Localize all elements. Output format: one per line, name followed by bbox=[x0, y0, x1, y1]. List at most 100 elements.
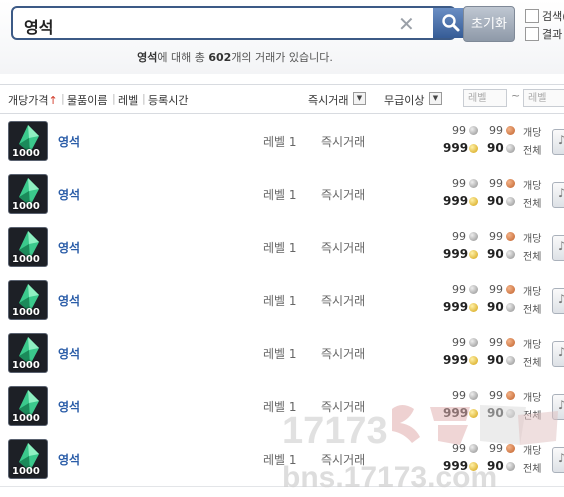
item-name-link[interactable]: 영석 bbox=[58, 398, 80, 415]
buy-button[interactable]: ♪ bbox=[552, 447, 564, 473]
spirit-stone-icon[interactable]: 1000 bbox=[8, 280, 48, 320]
table-row[interactable]: 1000 영석 레벨 1 즉시거래 99 99 개당 999 90 전체 ♪ bbox=[0, 221, 564, 275]
total-price-silver: 90 bbox=[487, 247, 504, 261]
sort-name[interactable]: 물품이름 bbox=[67, 92, 107, 108]
summary-prefix: 에 대해 총 bbox=[157, 51, 209, 64]
level-max-input[interactable]: 레벨 bbox=[523, 89, 564, 107]
unit-price-copper: 99 bbox=[489, 177, 503, 190]
unit-price-label: 개당 bbox=[523, 128, 542, 139]
sort-up-arrow-icon: ↑ bbox=[48, 94, 58, 107]
item-name-link[interactable]: 영석 bbox=[58, 239, 80, 256]
table-row[interactable]: 1000 영석 레벨 1 즉시거래 99 99 개당 999 90 전체 ♪ bbox=[0, 433, 564, 487]
total-price-gold: 999 bbox=[443, 141, 469, 155]
silver-coin-icon bbox=[469, 391, 478, 400]
total-price-label: 전체 bbox=[523, 411, 542, 422]
search-option-checkbox[interactable] bbox=[525, 9, 539, 23]
gold-coin-icon bbox=[469, 250, 478, 259]
unit-price-silver: 99 bbox=[452, 230, 466, 243]
close-icon[interactable]: ✕ bbox=[398, 12, 415, 36]
unit-price-copper: 99 bbox=[489, 389, 503, 402]
total-price-gold: 999 bbox=[443, 194, 469, 208]
silver-coin-icon bbox=[469, 285, 478, 294]
total-price-label: 전체 bbox=[523, 358, 542, 369]
spirit-stone-icon[interactable]: 1000 bbox=[8, 227, 48, 267]
level-min-input[interactable]: 레벨 bbox=[463, 89, 507, 107]
unit-price-silver: 99 bbox=[452, 336, 466, 349]
silver-coin-icon bbox=[506, 462, 515, 471]
unit-price-copper: 99 bbox=[489, 124, 503, 137]
copper-coin-icon bbox=[506, 444, 515, 453]
grade-select[interactable]: 무급이상 bbox=[384, 92, 424, 108]
copper-coin-icon bbox=[506, 391, 515, 400]
unit-price-copper: 99 bbox=[489, 336, 503, 349]
buy-button[interactable]: ♪ bbox=[552, 129, 564, 155]
chevron-down-icon[interactable]: ▼ bbox=[353, 92, 366, 105]
buy-button[interactable]: ♪ bbox=[552, 341, 564, 367]
total-price-silver: 90 bbox=[487, 406, 504, 420]
table-row[interactable]: 1000 영석 레벨 1 즉시거래 99 99 개당 999 90 전체 ♪ bbox=[0, 115, 564, 169]
copper-coin-icon bbox=[506, 126, 515, 135]
total-price-gold: 999 bbox=[443, 300, 469, 314]
summary-term: 영석 bbox=[137, 51, 158, 64]
trade-type: 즉시거래 bbox=[321, 294, 366, 308]
item-name-link[interactable]: 영석 bbox=[58, 451, 80, 468]
unit-price-silver: 99 bbox=[452, 177, 466, 190]
trade-type: 즉시거래 bbox=[321, 241, 366, 255]
summary-suffix: 개의 거래가 있습니다. bbox=[231, 51, 333, 64]
buy-icon: ♪ bbox=[558, 451, 564, 465]
item-quantity: 1000 bbox=[12, 466, 40, 477]
sort-price[interactable]: 개당가격↑ bbox=[8, 92, 58, 108]
item-quantity: 1000 bbox=[12, 201, 40, 212]
buy-button[interactable]: ♪ bbox=[552, 182, 564, 208]
item-quantity: 1000 bbox=[12, 307, 40, 318]
unit-price-copper: 99 bbox=[489, 442, 503, 455]
unit-price-label: 개당 bbox=[523, 340, 542, 351]
total-price-silver: 90 bbox=[487, 300, 504, 314]
table-row[interactable]: 1000 영석 레벨 1 즉시거래 99 99 개당 999 90 전체 ♪ bbox=[0, 168, 564, 222]
spirit-stone-icon[interactable]: 1000 bbox=[8, 174, 48, 214]
silver-coin-icon bbox=[469, 232, 478, 241]
spirit-stone-icon[interactable]: 1000 bbox=[8, 439, 48, 479]
silver-coin-icon bbox=[469, 179, 478, 188]
search-input[interactable]: 영석 ✕ bbox=[11, 6, 468, 40]
table-row[interactable]: 1000 영석 레벨 1 즉시거래 99 99 개당 999 90 전체 ♪ bbox=[0, 380, 564, 434]
table-row[interactable]: 1000 영석 레벨 1 즉시거래 99 99 개당 999 90 전체 ♪ bbox=[0, 274, 564, 328]
gold-coin-icon bbox=[469, 462, 478, 471]
silver-coin-icon bbox=[506, 250, 515, 259]
chevron-down-icon[interactable]: ▼ bbox=[429, 92, 442, 105]
silver-coin-icon bbox=[506, 356, 515, 365]
result-option-checkbox[interactable] bbox=[525, 27, 539, 41]
total-price-label: 전체 bbox=[523, 464, 542, 475]
silver-coin-icon bbox=[506, 144, 515, 153]
item-quantity: 1000 bbox=[12, 360, 40, 371]
unit-price-label: 개당 bbox=[523, 181, 542, 192]
sort-time[interactable]: 등록시간 bbox=[148, 92, 188, 108]
item-level: 레벨 1 bbox=[263, 453, 297, 467]
sort-level[interactable]: 레벨 bbox=[118, 92, 138, 108]
spirit-stone-icon[interactable]: 1000 bbox=[8, 121, 48, 161]
spirit-stone-icon[interactable]: 1000 bbox=[8, 386, 48, 426]
unit-price-label: 개당 bbox=[523, 234, 542, 245]
table-row[interactable]: 1000 영석 레벨 1 즉시거래 99 99 개당 999 90 전체 ♪ bbox=[0, 327, 564, 381]
gold-coin-icon bbox=[469, 409, 478, 418]
item-name-link[interactable]: 영석 bbox=[58, 345, 80, 362]
buy-button[interactable]: ♪ bbox=[552, 288, 564, 314]
spirit-stone-icon[interactable]: 1000 bbox=[8, 333, 48, 373]
unit-price-label: 개당 bbox=[523, 393, 542, 404]
trade-type-select[interactable]: 즉시거래 bbox=[308, 92, 348, 108]
buy-button[interactable]: ♪ bbox=[552, 394, 564, 420]
copper-coin-icon bbox=[506, 232, 515, 241]
item-name-link[interactable]: 영석 bbox=[58, 133, 80, 150]
reset-button[interactable]: 초기화 bbox=[463, 6, 515, 42]
item-level: 레벨 1 bbox=[263, 347, 297, 361]
trade-type: 즉시거래 bbox=[321, 453, 366, 467]
filter-bar: 개당가격↑ | 물품이름 | 레벨 | 등록시간 즉시거래 ▼ 무급이상 ▼ 레… bbox=[0, 84, 564, 114]
buy-icon: ♪ bbox=[558, 292, 564, 306]
item-level: 레벨 1 bbox=[263, 135, 297, 149]
result-summary: 영석에 대해 총 602개의 거래가 있습니다. bbox=[0, 49, 470, 65]
item-name-link[interactable]: 영석 bbox=[58, 186, 80, 203]
buy-button[interactable]: ♪ bbox=[552, 235, 564, 261]
gold-coin-icon bbox=[469, 356, 478, 365]
item-name-link[interactable]: 영석 bbox=[58, 292, 80, 309]
buy-icon: ♪ bbox=[558, 186, 564, 200]
